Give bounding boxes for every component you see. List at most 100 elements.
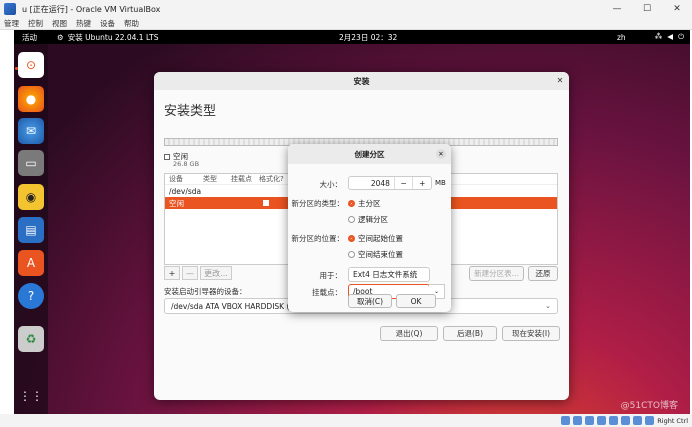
- close-icon[interactable]: ✕: [555, 76, 565, 86]
- running-app-label: 安装 Ubuntu 22.04.1 LTS: [67, 32, 159, 42]
- quit-button[interactable]: 退出(Q): [380, 326, 438, 341]
- display-icon[interactable]: [633, 416, 643, 425]
- firefox-icon[interactable]: ●: [18, 86, 44, 112]
- activities-button[interactable]: 活动: [22, 32, 37, 43]
- usb-icon[interactable]: [609, 416, 619, 425]
- chevron-down-icon: ⌄: [545, 302, 551, 310]
- writer-icon[interactable]: ▤: [18, 217, 44, 243]
- network-icon: ⁂: [654, 32, 663, 41]
- close-button[interactable]: ✕: [662, 0, 692, 18]
- location-label: 新分区的位置：: [291, 234, 345, 243]
- window-controls: — ☐ ✕: [602, 0, 692, 18]
- radio-label: 逻辑分区: [358, 215, 388, 224]
- menu-hotkey[interactable]: 热键: [76, 18, 91, 29]
- col-mount[interactable]: 挂载点: [227, 174, 255, 184]
- checkbox-icon: [164, 153, 170, 160]
- installer-icon[interactable]: ⊙: [18, 52, 44, 78]
- col-device[interactable]: 设备: [165, 174, 199, 184]
- increment-icon[interactable]: +: [412, 177, 431, 189]
- ok-button[interactable]: OK: [396, 294, 436, 308]
- dock: ⊙ ● ✉ ▭ ◉ ▤ A ? ♻ ⋮⋮: [14, 44, 48, 414]
- change-partition-button[interactable]: 更改...: [200, 266, 232, 280]
- radio-selected-icon: [348, 235, 355, 242]
- row-device: 空闲: [169, 198, 184, 208]
- apps-grid-icon[interactable]: ⋮⋮: [18, 383, 44, 409]
- format-checkbox[interactable]: [263, 200, 269, 206]
- system-tray[interactable]: ⁂ ◀ ⏻: [655, 32, 684, 42]
- software-icon[interactable]: A: [18, 250, 44, 276]
- col-type[interactable]: 类型: [199, 174, 227, 184]
- volume-icon: ◀: [667, 32, 674, 41]
- vbox-titlebar: u [正在运行] - Oracle VM VirtualBox — ☐ ✕: [0, 0, 692, 18]
- radio-beginning[interactable]: 空间起始位置: [348, 233, 403, 244]
- trash-icon[interactable]: ♻: [18, 326, 44, 352]
- menu-help[interactable]: 帮助: [124, 18, 139, 29]
- menu-manage[interactable]: 管理: [4, 18, 19, 29]
- size-label: 大小：: [319, 180, 343, 189]
- cancel-button[interactable]: 取消(C): [348, 294, 392, 308]
- window-title: u [正在运行] - Oracle VM VirtualBox: [22, 4, 161, 14]
- bootloader-label: 安装启动引导器的设备：: [164, 287, 247, 296]
- row-device: /dev/sda: [169, 186, 202, 196]
- radio-label: 空间结束位置: [358, 250, 403, 259]
- decrement-icon[interactable]: −: [393, 177, 413, 189]
- audio-icon[interactable]: [585, 416, 595, 425]
- add-partition-button[interactable]: +: [164, 266, 180, 280]
- filesystem-value: Ext4 日志文件系统: [353, 270, 418, 279]
- close-icon[interactable]: ✕: [436, 149, 446, 159]
- mount-label: 挂载点：: [312, 288, 342, 297]
- menu-control[interactable]: 控制: [28, 18, 43, 29]
- disk-icon[interactable]: [561, 416, 571, 425]
- capture-icon[interactable]: [645, 416, 655, 425]
- thunderbird-icon[interactable]: ✉: [18, 118, 44, 144]
- size-unit: MB: [435, 179, 446, 187]
- vbox-statusbar: Right Ctrl: [0, 414, 692, 427]
- guest-screen: 活动 ⚙ 安装 Ubuntu 22.04.1 LTS 2月23日 02：32 z…: [14, 30, 690, 414]
- size-value[interactable]: 2048: [349, 179, 394, 188]
- radio-logical[interactable]: 逻辑分区: [348, 214, 388, 225]
- radio-primary[interactable]: 主分区: [348, 198, 381, 209]
- vbox-menubar: 管理 控制 视图 热键 设备 帮助: [0, 18, 692, 30]
- radio-icon: [348, 216, 355, 223]
- shared-folder-icon[interactable]: [621, 416, 631, 425]
- power-icon: ⏻: [678, 32, 684, 41]
- filesystem-select[interactable]: Ext4 日志文件系统: [348, 267, 430, 282]
- partition-toolbar: + — 更改...: [164, 266, 232, 280]
- install-now-button[interactable]: 现在安装(I): [502, 326, 560, 341]
- files-icon[interactable]: ▭: [18, 150, 44, 176]
- watermark: @51CTO博客: [620, 401, 678, 411]
- remove-partition-button[interactable]: —: [182, 266, 198, 280]
- type-label: 新分区的类型：: [291, 199, 345, 208]
- radio-label: 空间起始位置: [358, 234, 403, 243]
- radio-label: 主分区: [358, 199, 381, 208]
- running-app-menu[interactable]: ⚙ 安装 Ubuntu 22.04.1 LTS: [57, 32, 158, 43]
- optical-icon[interactable]: [573, 416, 583, 425]
- menu-devices[interactable]: 设备: [100, 18, 115, 29]
- maximize-button[interactable]: ☐: [632, 0, 662, 18]
- menu-view[interactable]: 视图: [52, 18, 67, 29]
- new-partition-table-button[interactable]: 新建分区表...: [469, 266, 524, 281]
- gnome-top-bar: 活动 ⚙ 安装 Ubuntu 22.04.1 LTS 2月23日 02：32 z…: [14, 30, 690, 44]
- gear-icon: ⚙: [57, 32, 64, 42]
- minimize-button[interactable]: —: [602, 0, 632, 18]
- clock[interactable]: 2月23日 02：32: [339, 32, 397, 43]
- size-stepper[interactable]: 2048 − +: [348, 176, 432, 190]
- radio-end[interactable]: 空间结束位置: [348, 249, 403, 260]
- rhythmbox-icon[interactable]: ◉: [18, 184, 44, 210]
- input-method-indicator[interactable]: zh: [617, 33, 626, 42]
- status-icons: Right Ctrl: [561, 416, 688, 425]
- use-as-label: 用于：: [319, 271, 343, 280]
- virtualbox-icon: [4, 3, 16, 15]
- installer-title: 安装: [154, 72, 569, 90]
- create-partition-dialog: 创建分区 ✕ 大小： 2048 − + MB 新分区的类型： 主分区 逻辑分区 …: [288, 144, 451, 312]
- dialog-title: 创建分区: [288, 144, 451, 164]
- free-space-size: 26.8 GB: [173, 160, 200, 168]
- host-key-label: Right Ctrl: [657, 416, 688, 425]
- revert-button[interactable]: 还原: [528, 266, 558, 281]
- back-button[interactable]: 后退(B): [443, 326, 497, 341]
- network-icon[interactable]: [597, 416, 607, 425]
- bootloader-value: /dev/sda ATA VBOX HARDDISK (26.8: [171, 301, 307, 311]
- radio-selected-icon: [348, 200, 355, 207]
- help-icon[interactable]: ?: [18, 283, 44, 309]
- page-title: 安装类型: [164, 104, 217, 119]
